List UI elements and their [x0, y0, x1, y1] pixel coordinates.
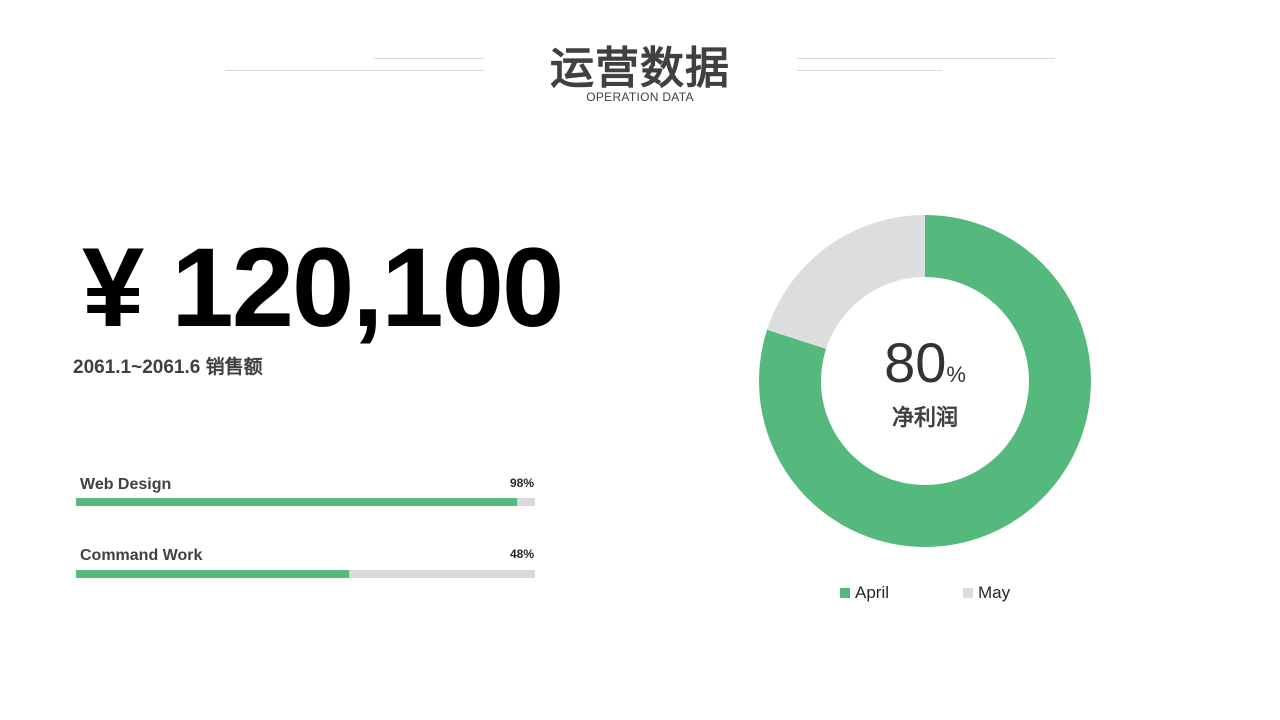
skill-progress-fill-command-work	[76, 570, 350, 578]
skill-progress-track-web-design	[76, 498, 535, 506]
header-divider	[225, 70, 484, 71]
skill-label-command-work: Command Work	[80, 547, 203, 564]
sales-caption: 2061.1~2061.6 销售额	[73, 357, 263, 378]
legend-label-april: April	[855, 583, 890, 602]
legend-swatch-april	[840, 588, 850, 598]
skill-percent-web-design: 98%	[509, 476, 534, 490]
header-divider	[797, 58, 1055, 59]
page-subtitle: OPERATION DATA	[586, 90, 694, 104]
skill-progress-track-command-work	[76, 570, 535, 578]
donut-center-label: 净利润	[891, 405, 958, 430]
header-divider	[374, 58, 484, 59]
legend-item-april: April	[840, 583, 889, 603]
legend-item-may: May	[963, 583, 1010, 603]
sales-amount: ¥ 120,100	[82, 225, 564, 350]
page-title: 运营数据	[550, 44, 730, 93]
skill-percent-command-work: 48%	[509, 547, 534, 561]
donut-center-unit: %	[946, 362, 966, 387]
skill-progress-fill-web-design	[76, 498, 517, 506]
donut-center-number: 80	[884, 331, 947, 394]
legend-swatch-may	[963, 588, 973, 598]
donut-center-value: 80%	[865, 330, 985, 395]
skill-label-web-design: Web Design	[80, 476, 172, 493]
slide: 运营数据 OPERATION DATA ¥ 120,100 2061.1~206…	[0, 0, 1280, 720]
header-divider	[797, 70, 942, 71]
legend-label-may: May	[978, 583, 1011, 602]
donut-slice-may	[767, 215, 925, 349]
